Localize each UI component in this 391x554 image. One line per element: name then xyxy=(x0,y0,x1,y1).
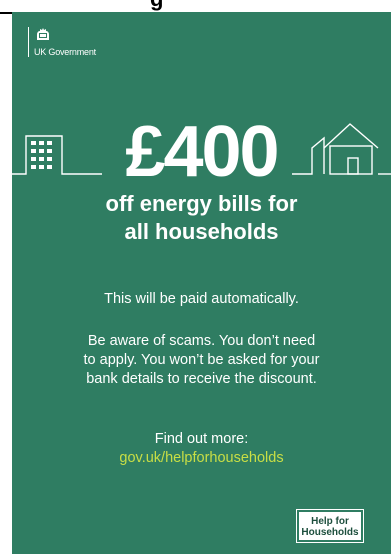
discount-amount: £400 xyxy=(12,116,391,188)
energy-bill-poster: UK Government £400 off energy bills for … xyxy=(12,12,391,554)
uk-government-label: UK Government xyxy=(34,47,96,57)
help-for-households-link[interactable]: gov.uk/helpforhouseholds xyxy=(12,449,391,468)
scam-warning-line-2: to apply. You won’t be asked for your xyxy=(83,352,320,368)
find-out-more-label: Find out more: xyxy=(154,431,249,447)
badge-line-2: Households xyxy=(301,527,359,538)
scam-warning-line-1: Be aware of scams. You don’t need xyxy=(87,333,316,349)
paid-automatically-note: This will be paid automatically. xyxy=(104,291,299,307)
headline-line-1: off energy bills for xyxy=(105,191,298,216)
scam-warning-line-3: bank details to receive the discount. xyxy=(86,371,317,387)
badge-line-1: Help for xyxy=(311,516,349,527)
discount-amount-text: £400 xyxy=(125,112,279,192)
headline: off energy bills for all households xyxy=(12,190,391,246)
headline-line-2: all households xyxy=(124,219,279,244)
royal-crest-icon xyxy=(37,28,49,40)
help-for-households-badge: Help for Households xyxy=(296,509,364,543)
uk-government-logo: UK Government xyxy=(28,27,96,57)
cropped-heading-text: g xyxy=(150,0,163,12)
